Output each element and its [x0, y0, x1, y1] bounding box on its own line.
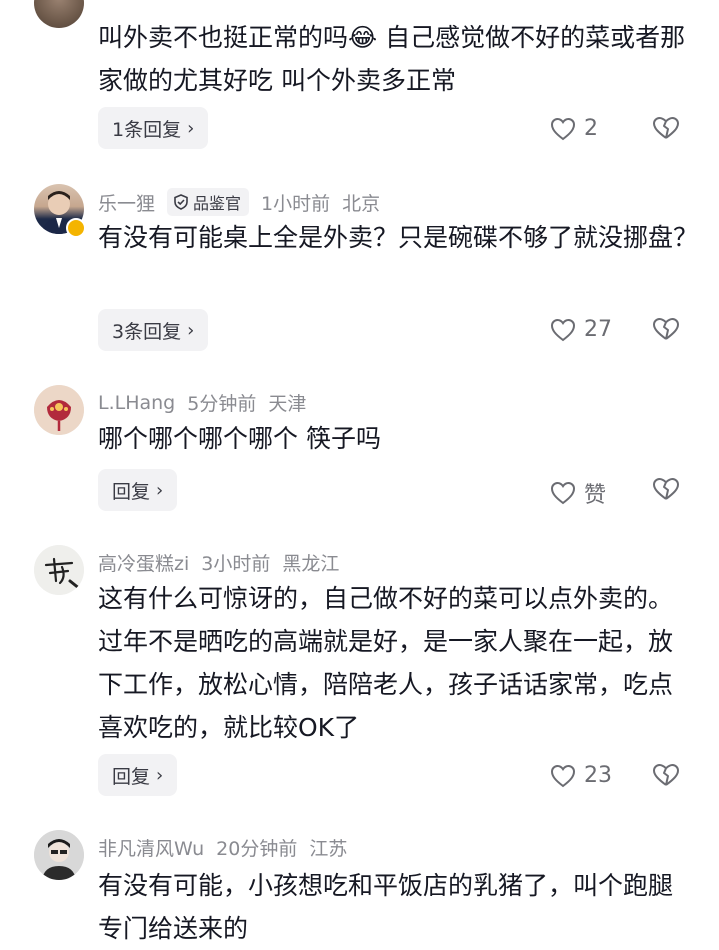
- chevron-right-icon: ›: [156, 479, 164, 501]
- reply-button[interactable]: 回复 ›: [98, 754, 178, 796]
- username[interactable]: L.LHang: [98, 392, 175, 414]
- timestamp: 1小时前: [261, 192, 331, 215]
- shield-check-icon: [174, 194, 188, 210]
- username[interactable]: 高冷蛋糕zi: [98, 549, 189, 576]
- status-badge: 品鉴官: [167, 188, 250, 216]
- location: 北京: [342, 192, 381, 215]
- like-count: 赞: [584, 483, 607, 508]
- view-replies-button[interactable]: 3条回复 ›: [98, 309, 209, 351]
- reply-label: 1条回复: [112, 118, 182, 141]
- broken-heart-icon: [653, 764, 679, 786]
- reply-label: 回复: [112, 765, 151, 788]
- comment-meta: 非凡清风Wu 20分钟前 江苏: [98, 834, 359, 861]
- dislike-button[interactable]: [652, 763, 680, 791]
- comment-meta: 乐一狸 品鉴官 1小时前 北京: [98, 188, 392, 216]
- reply-label: 3条回复: [112, 320, 182, 343]
- timestamp: 3小时前: [201, 553, 271, 575]
- like-button[interactable]: 赞: [550, 477, 606, 509]
- reply-button[interactable]: 回复 ›: [98, 469, 178, 511]
- like-button[interactable]: 2: [550, 116, 598, 141]
- view-replies-button[interactable]: 1条回复 ›: [98, 107, 209, 149]
- location: 黑龙江: [282, 553, 340, 575]
- comment-text: 这有什么可惊讶的，自己做不好的菜可以点外卖的。过年不是晒吃的高端就是好，是一家人…: [98, 584, 674, 742]
- like-button[interactable]: 23: [550, 763, 612, 788]
- dislike-button[interactable]: [652, 477, 680, 505]
- broken-heart-icon: [653, 117, 679, 139]
- like-count: 2: [584, 116, 598, 141]
- dislike-button[interactable]: [652, 116, 680, 144]
- comment-text: 哪个哪个哪个哪个 筷子吗: [98, 424, 381, 453]
- username[interactable]: 非凡清风Wu: [98, 834, 204, 861]
- chevron-right-icon: ›: [156, 764, 164, 786]
- broken-heart-icon: [653, 318, 679, 340]
- timestamp: 20分钟前: [216, 838, 298, 860]
- comment-text: 有没有可能，小孩想吃和平饭店的乳猪了，叫个跑腿专门给送来的: [98, 871, 674, 943]
- avatar[interactable]: [34, 830, 84, 880]
- broken-heart-icon: [653, 478, 679, 500]
- avatar[interactable]: [34, 545, 84, 595]
- badge-label: 品鉴官: [193, 194, 242, 213]
- comment-meta: L.LHang 5分钟前 天津: [98, 389, 318, 416]
- location: 天津: [268, 393, 307, 415]
- verified-badge-icon: [66, 218, 86, 238]
- chevron-right-icon: ›: [187, 319, 195, 341]
- username[interactable]: 乐一狸: [98, 189, 155, 216]
- chevron-right-icon: ›: [187, 117, 195, 139]
- avatar[interactable]: [34, 385, 84, 435]
- comment-text: 叫外卖不也挺正常的吗😂 自己感觉做不好的菜或者那家做的尤其好吃 叫个外卖多正常: [98, 23, 686, 95]
- comment-text: 有没有可能桌上全是外卖？只是碗碟不够了就没挪盘？: [98, 223, 699, 252]
- like-count: 27: [584, 317, 612, 342]
- heart-outline-icon: [550, 481, 576, 505]
- location: 江苏: [309, 838, 348, 860]
- heart-outline-icon: [550, 117, 576, 140]
- heart-outline-icon: [550, 764, 576, 787]
- dislike-button[interactable]: [652, 317, 680, 345]
- avatar[interactable]: [34, 0, 84, 28]
- like-button[interactable]: 27: [550, 317, 612, 342]
- like-count: 23: [584, 763, 612, 788]
- reply-label: 回复: [112, 480, 151, 503]
- comment-meta: 高冷蛋糕zi 3小时前 黑龙江: [98, 549, 351, 576]
- timestamp: 5分钟前: [187, 393, 257, 415]
- heart-outline-icon: [550, 318, 576, 341]
